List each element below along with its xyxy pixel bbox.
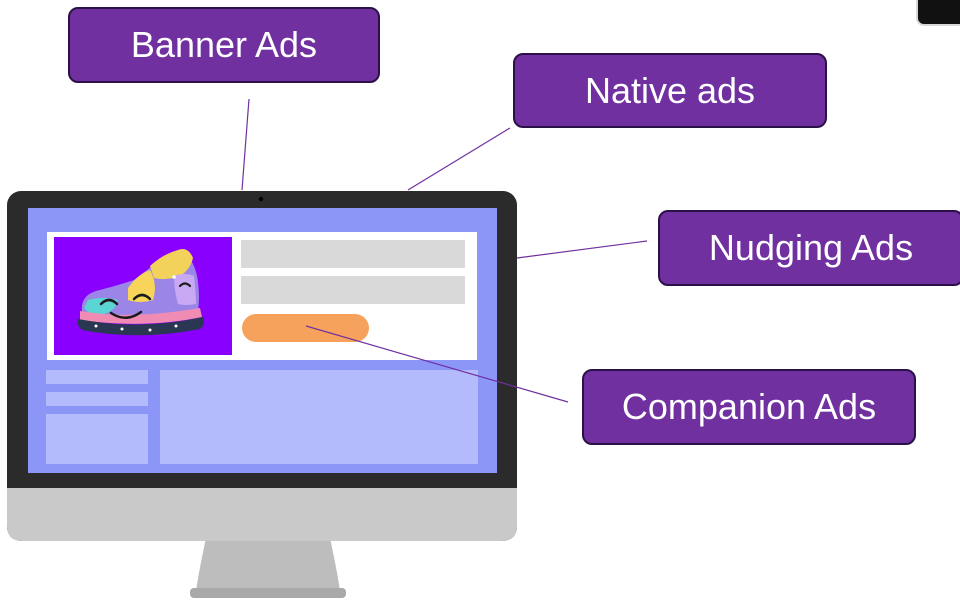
sidebar-block-3 (46, 414, 148, 464)
monitor-stand (190, 538, 346, 598)
content-block (160, 370, 478, 464)
placeholder-bar-1 (241, 240, 465, 268)
native-connector-line (407, 127, 511, 191)
sidebar-block-1 (46, 370, 148, 384)
native-ads-label: Native ads (513, 53, 827, 128)
companion-ads-label: Companion Ads (582, 369, 916, 445)
placeholder-bar-2 (241, 276, 465, 304)
cta-button (242, 314, 369, 342)
monitor-chin (7, 488, 517, 541)
banner-connector-line (241, 98, 250, 191)
nudging-ads-label: Nudging Ads (658, 210, 960, 286)
sidebar-block-2 (46, 392, 148, 406)
monitor-screen (28, 208, 497, 473)
nudging-connector-line (516, 240, 648, 259)
webcam-dot-icon (258, 196, 264, 202)
banner-ads-label: Banner Ads (68, 7, 380, 83)
